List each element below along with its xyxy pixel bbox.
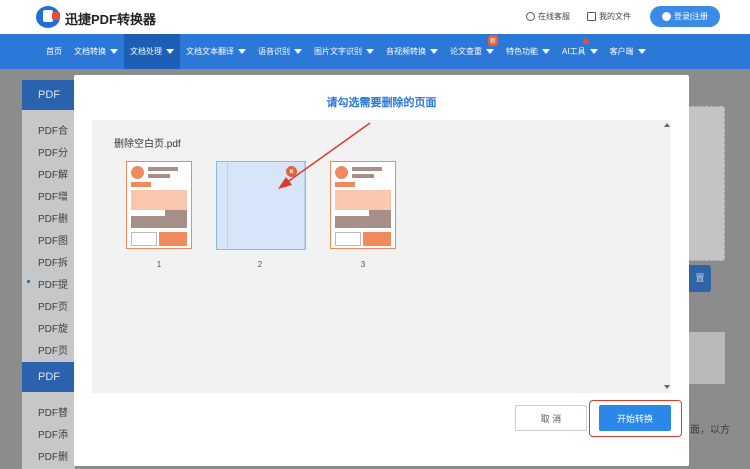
start-convert-button[interactable]: 开始转换 [599,405,671,431]
side-head-2: PDF [22,362,75,392]
document-icon [587,12,596,21]
nav-item-features[interactable]: 特色功能 [500,34,556,69]
caret-down-icon [637,49,646,54]
side-item[interactable]: PDF替 [38,404,68,419]
nav-item-doc-process[interactable]: 文档处理 [124,34,180,69]
active-dot [27,280,30,283]
nav-label: 客户端 [609,47,634,56]
nav-item-media[interactable]: 音视频转换 [380,34,444,69]
side-item[interactable]: PDF图 [38,232,68,247]
hot-marker-icon [582,37,590,44]
side-item[interactable]: PDF删 [38,210,68,225]
caret-down-icon [294,49,302,54]
side-item[interactable]: PDF合 [38,122,68,137]
side-item-active[interactable]: PDF提 [38,276,68,291]
nav-item-speech[interactable]: 语音识别 [252,34,308,69]
user-icon [661,12,671,21]
right-action-button[interactable]: 置 [689,265,711,292]
side-item[interactable]: PDF增 [38,188,68,203]
new-badge: 新 [487,35,498,46]
my-files-label: 我的文件 [599,12,631,21]
side-item[interactable]: PDF旋 [38,320,68,335]
caret-down-icon [366,49,374,54]
brand-name[interactable]: 迅捷PDF转换器 [65,9,156,28]
cancel-button[interactable]: 取 消 [515,405,587,431]
my-files-link[interactable]: 我的文件 [587,11,631,22]
caret-down-icon [430,49,438,54]
right-text: 面，以方 [690,425,730,436]
caret-down-icon [166,49,174,54]
side-item[interactable]: PDF拆 [38,254,68,269]
nav-item-ai-tools[interactable]: AI工具 [556,34,604,69]
nav-label: 特色功能 [506,47,538,56]
caret-down-icon [110,49,118,54]
nav-item-translate[interactable]: 文档文本翻译 [180,34,252,69]
side-head-1: PDF [22,80,75,110]
side-item[interactable]: PDF页 [38,342,68,357]
nav-item-ocr[interactable]: 图片文字识别 [308,34,380,69]
upload-area[interactable] [689,106,725,261]
nav-item-doc-convert[interactable]: 文档转换 [68,34,124,69]
login-label: 登录|注册 [673,12,709,21]
nav-label: 文档处理 [130,47,162,56]
nav-label: AI工具 [562,47,586,56]
caret-down-icon [589,49,598,54]
headset-icon [526,12,535,21]
online-service-link[interactable]: 在线客服 [526,11,570,22]
login-button[interactable]: 登录|注册 [650,6,720,27]
nav-label: 文档文本翻译 [186,47,234,56]
caret-down-icon [542,49,550,54]
nav-label: 图片文字识别 [314,47,362,56]
logo-accent [52,12,60,20]
caret-down-icon [486,49,494,54]
side-item[interactable]: PDF页 [38,298,68,313]
side-item[interactable]: PDF分 [38,144,68,159]
nav-label: 首页 [46,47,62,56]
nav-item-client[interactable]: 客户端 [604,34,652,69]
top-header: 迅捷PDF转换器 在线客服 我的文件 登录|注册 [0,0,750,34]
nav-item-thesis[interactable]: 论文查重新 [444,34,500,69]
delete-pages-dialog: 请勾选需要删除的页面 删除空白页.pdf × 1 2 3 取 消 开始转换 [74,75,689,466]
main-nav: 首页 文档转换 文档处理 文档文本翻译 语音识别 图片文字识别 音视频转换 论文… [0,34,750,69]
nav-label: 语音识别 [258,47,290,56]
online-service-label: 在线客服 [538,12,570,21]
caret-down-icon [238,49,246,54]
nav-label: 论文查重 [450,47,482,56]
nav-item-home[interactable]: 首页 [40,34,68,69]
right-box [689,332,725,384]
nav-label: 文档转换 [74,47,106,56]
side-item[interactable]: PDF删 [38,448,68,463]
side-item[interactable]: PDF添 [38,426,68,441]
side-item[interactable]: PDF解 [38,166,68,181]
nav-label: 音视频转换 [386,47,426,56]
